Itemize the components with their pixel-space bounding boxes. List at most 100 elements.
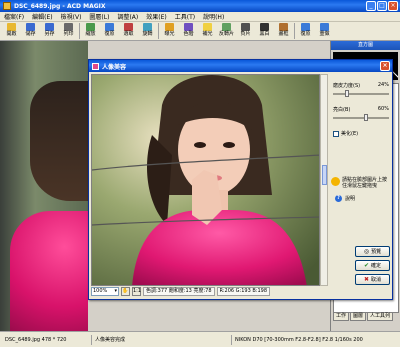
toolbar-icon-12 xyxy=(241,23,250,31)
ok-label: 確定 xyxy=(371,263,382,269)
zoom-select[interactable]: 100% xyxy=(91,287,119,296)
actual-size-button[interactable]: 1:1 xyxy=(132,287,141,296)
toolbar-icon-3 xyxy=(64,23,73,31)
toolbar-label-5: 復原 xyxy=(104,31,115,37)
brightness-track xyxy=(333,117,389,119)
toolbar-button-8[interactable]: 曝光 xyxy=(160,22,179,40)
toolbar-label-15: 復原 xyxy=(300,31,311,37)
toolbar-label-16: 重做 xyxy=(319,31,330,37)
histogram-header: 直方圖 xyxy=(331,41,400,50)
smoothing-slider[interactable] xyxy=(333,90,389,98)
toolbar-button-11[interactable]: 反轉片 xyxy=(217,22,236,40)
toolbar-icon-1 xyxy=(26,23,35,31)
smoothing-value: 24% xyxy=(377,82,389,88)
hint-box: 請點在臉部圖片上按住滑鼠左鍵拖曳 xyxy=(331,177,389,189)
dialog-title: 人像美容 xyxy=(102,63,127,71)
toolbar-icon-15 xyxy=(301,23,310,31)
menu-adjust[interactable]: 調整(A) xyxy=(117,12,138,21)
beautify-label: 美化(E) xyxy=(341,131,359,137)
menu-file[interactable]: 檔案(F) xyxy=(4,12,24,21)
dialog-titlebar[interactable]: 人像美容 × xyxy=(89,60,392,72)
menu-edit[interactable]: 編輯(E) xyxy=(32,12,52,21)
toolbar-button-1[interactable]: 儲存 xyxy=(21,22,40,40)
preview-label: 預覽 xyxy=(371,249,382,255)
toolbar-icon-7 xyxy=(143,23,152,31)
tab-tasks[interactable]: 工作 xyxy=(333,312,350,321)
toolbar-button-4[interactable]: 縮放 xyxy=(81,22,100,40)
brightness-value: 60% xyxy=(377,106,389,112)
toolbar-button-7[interactable]: 旋轉 xyxy=(138,22,157,40)
toolbar-button-5[interactable]: 復原 xyxy=(100,22,119,40)
toolbar-label-9: 色階 xyxy=(183,31,194,37)
status-bar: DSC_6489.jpg 478 * 720 人像美容完成 NIKON D70 … xyxy=(0,331,400,347)
ok-button[interactable]: ✔ 確定 xyxy=(355,260,390,271)
toolbar-button-14[interactable]: 畫框 xyxy=(274,22,293,40)
toolbar-label-3: 列印 xyxy=(63,31,74,37)
toolbar-button-3[interactable]: 列印 xyxy=(59,22,78,40)
preview-icon: ◎ xyxy=(363,248,370,255)
toolbar-button-15[interactable]: 復原 xyxy=(296,22,315,40)
preview-button[interactable]: ◎ 預覽 xyxy=(355,246,390,257)
toolbar-icon-5 xyxy=(105,23,114,31)
toolbar-button-13[interactable]: 黑白 xyxy=(255,22,274,40)
brightness-slider[interactable] xyxy=(333,114,389,122)
smoothing-knob[interactable] xyxy=(345,90,350,97)
help-label[interactable]: 說明 xyxy=(345,195,355,202)
tab-toolbar[interactable]: 人工具列 xyxy=(367,312,394,321)
toolbar-icon-9 xyxy=(184,23,193,31)
right-panel-tabs: 工作 圖層 人工具列 xyxy=(333,312,394,321)
dialog-close-button[interactable]: × xyxy=(380,61,390,71)
cancel-button[interactable]: ✖ 取消 xyxy=(355,274,390,285)
toolbar-label-13: 黑白 xyxy=(259,31,270,37)
color-info: 色調:377 飽和度:13 亮度:78 xyxy=(143,287,215,296)
toolbar-button-10[interactable]: 補光 xyxy=(198,22,217,40)
toolbar-button-16[interactable]: 重做 xyxy=(315,22,334,40)
dialog-settings: 磨皮力度(S) 24% 亮白(B) 60% 美化(E) 請點在臉部圖片上按住滑鼠… xyxy=(331,74,391,297)
close-button[interactable]: × xyxy=(388,1,398,11)
toolbar-label-2: 另存 xyxy=(44,31,55,37)
toolbar-button-2[interactable]: 另存 xyxy=(40,22,59,40)
preview-image[interactable] xyxy=(91,74,320,286)
toolbar-button-0[interactable]: 開啟 xyxy=(2,22,21,40)
rgb-info: R:206 G:193 B:198 xyxy=(216,287,271,296)
maximize-button[interactable]: □ xyxy=(377,1,387,11)
menu-layer[interactable]: 圖層(L) xyxy=(89,12,109,21)
minimize-button[interactable]: _ xyxy=(366,1,376,11)
portrait-beauty-dialog: 人像美容 × 100% ▾ ✋ 1:1 色調:377 飽和度:13 亮度:78 … xyxy=(88,59,393,300)
beautify-checkbox-row[interactable]: 美化(E) xyxy=(333,130,389,137)
image-sweater-region xyxy=(10,211,88,331)
toolbar-button-12[interactable]: 負片 xyxy=(236,22,255,40)
smoothing-track xyxy=(333,93,389,95)
toolbar-button-9[interactable]: 色階 xyxy=(179,22,198,40)
toolbar-label-14: 畫框 xyxy=(278,31,289,37)
toolbar-label-6: 選取 xyxy=(123,31,134,37)
toolbar-icon-14 xyxy=(279,23,288,31)
cancel-icon: ✖ xyxy=(363,276,369,283)
window-titlebar[interactable]: DSC_6489.jpg - ACD MAGIX _ □ × xyxy=(0,0,400,12)
scrollbar-thumb[interactable] xyxy=(322,165,327,185)
toolbar-label-1: 儲存 xyxy=(25,31,36,37)
help-link[interactable]: ? 說明 xyxy=(335,195,389,202)
brightness-knob[interactable] xyxy=(364,114,369,121)
toolbar-icon-10 xyxy=(203,23,212,31)
brightness-row: 亮白(B) 60% xyxy=(333,106,389,113)
toolbar-separator xyxy=(158,23,159,39)
toolbar: 開啟 儲存 另存 列印 縮放 復原 選取 旋轉 曝光 色階 補光 反轉片 負片 黑白 畫框 復原 重做 xyxy=(0,22,400,41)
menu-view[interactable]: 檢視(V) xyxy=(61,12,82,21)
menu-help[interactable]: 說明(H) xyxy=(203,12,224,21)
menu-tools[interactable]: 工具(T) xyxy=(175,12,195,21)
tab-layers[interactable]: 圖層 xyxy=(350,312,367,321)
toolbar-label-12: 負片 xyxy=(240,31,251,37)
preview-scrollbar[interactable] xyxy=(320,74,328,286)
smoothing-label: 磨皮力度(S) xyxy=(333,83,361,89)
hand-tool-button[interactable]: ✋ xyxy=(121,287,130,296)
beautify-checkbox[interactable] xyxy=(333,130,339,137)
toolbar-icon-16 xyxy=(320,23,329,31)
toolbar-button-6[interactable]: 選取 xyxy=(119,22,138,40)
menu-effects[interactable]: 效果(E) xyxy=(146,12,166,21)
lightbulb-icon xyxy=(331,177,340,186)
main-image-view[interactable] xyxy=(0,41,88,331)
toolbar-label-11: 反轉片 xyxy=(218,31,234,37)
dialog-icon xyxy=(92,62,99,70)
toolbar-icon-0 xyxy=(7,23,16,31)
